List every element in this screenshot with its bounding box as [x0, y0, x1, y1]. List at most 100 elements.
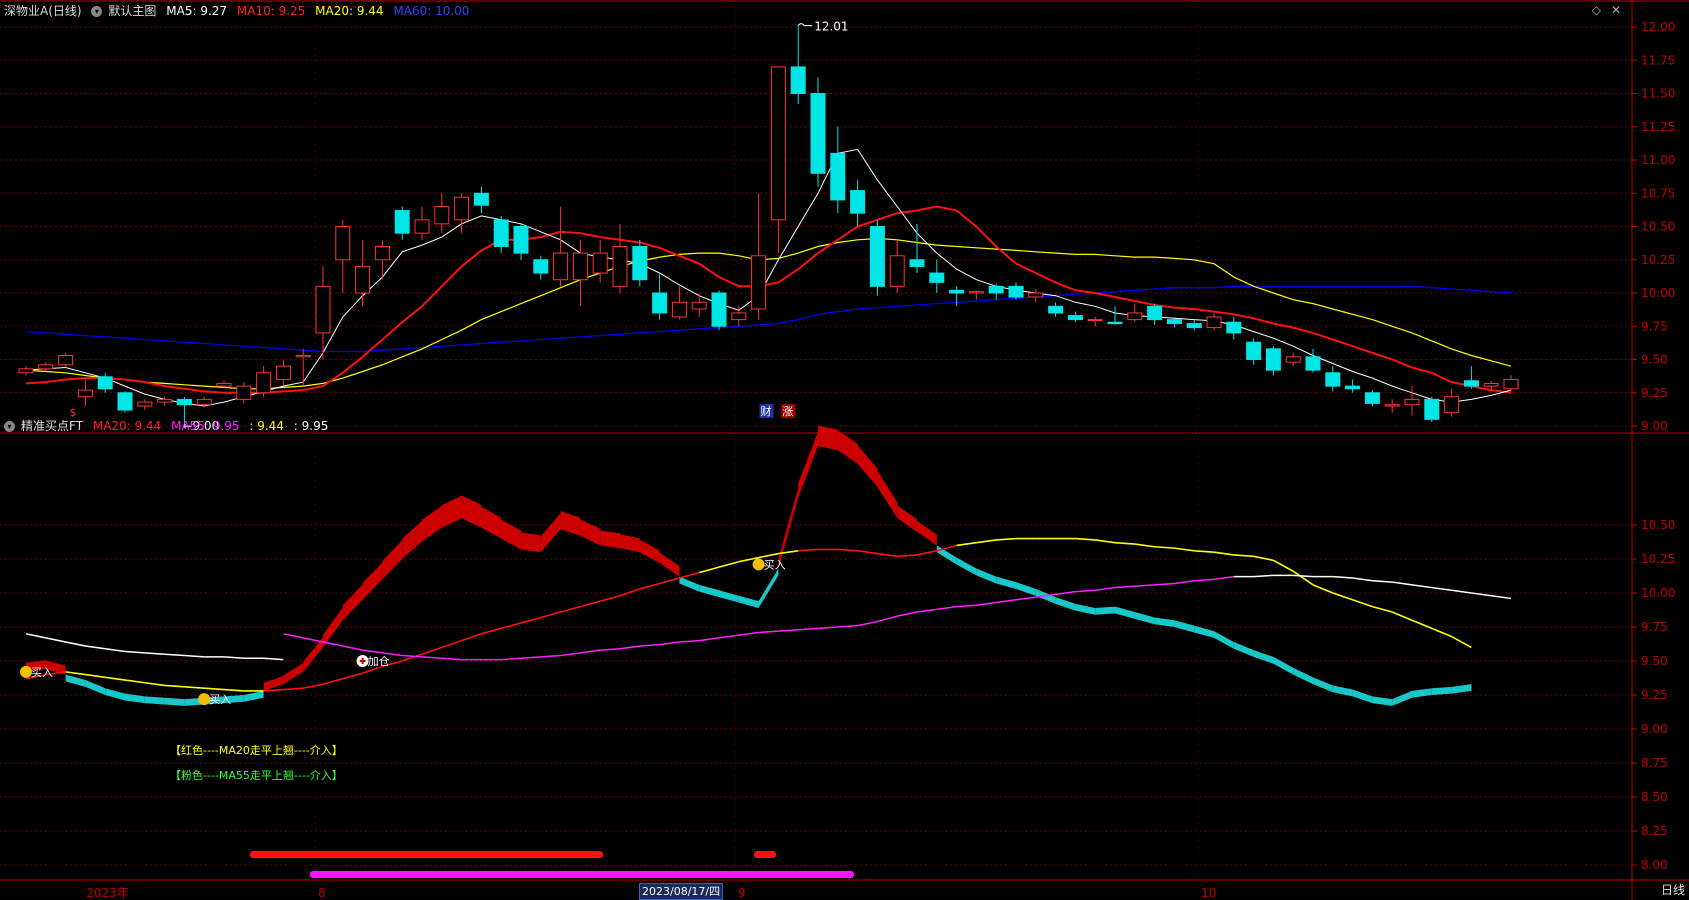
sub-tick-label: 9.00 [1641, 722, 1668, 736]
indicator-band-segment [1431, 686, 1452, 695]
sub-indicator-menu-icon[interactable]: ▾ [4, 421, 15, 432]
indicator-ma55-segment [1293, 574, 1314, 578]
indicator-band-segment [422, 506, 442, 542]
candle-body [1444, 396, 1460, 414]
close-icon[interactable]: ✕ [1611, 3, 1621, 17]
indicator-ma55-segment [1372, 580, 1393, 583]
sub-tick-label: 9.50 [1641, 654, 1668, 668]
buy-point-label: 买入 [209, 693, 231, 706]
sub-tick-label: 8.50 [1641, 790, 1668, 804]
legend-note-pink: 【粉色----MA55走平上翘----介入】 [170, 769, 343, 782]
indicator-ma20-segment [619, 588, 641, 597]
indicator-ma20-segment [322, 677, 344, 685]
indicator-ma55-lead [263, 657, 284, 661]
sub-tick-label: 10.25 [1641, 552, 1675, 566]
candle-body [77, 389, 93, 398]
indicator-ma20-segment [105, 676, 126, 681]
candlestick-plot[interactable] [18, 25, 1519, 426]
indicator-ma55-segment [1114, 585, 1135, 589]
indicator-ma55-segment [916, 608, 937, 613]
main-tick-label: 10.25 [1641, 253, 1675, 267]
indicator-ma20-segment [164, 684, 185, 688]
high-pointer [797, 23, 813, 27]
indicator-ma55-segment [1075, 589, 1096, 593]
indicator-ma55-segment [996, 599, 1017, 604]
indicator-ma20-segment [144, 681, 165, 687]
indicator-menu-icon[interactable]: ▾ [91, 6, 103, 17]
indicator-ma20-segment [679, 571, 700, 579]
indicator-ma20-segment [718, 560, 740, 568]
indicator-band-segment [481, 506, 502, 539]
sub-indicator-name[interactable]: 精准买点FT [21, 419, 83, 433]
indicator-ma55-segment [877, 615, 898, 623]
indicator-band-segment [719, 590, 739, 603]
indicator-ma20-segment [184, 686, 205, 689]
indicator-ma20-segment [1273, 559, 1294, 572]
indicator-ma20-segment [520, 616, 542, 624]
indicator-ma20-segment [303, 683, 324, 689]
stock-title[interactable]: 深物业A(日线) [4, 4, 82, 18]
candle-body [889, 255, 905, 287]
indicator-ma55-lead [144, 652, 165, 655]
signal-bar-magenta [310, 871, 854, 878]
indicator-band-segment [659, 552, 680, 577]
candle-body [38, 364, 54, 370]
indicator-band-segment [1214, 631, 1234, 649]
indicator-band-segment [1392, 690, 1412, 706]
x-tick-label: 8 [318, 886, 326, 900]
candle-body [473, 192, 489, 206]
indicator-ma55-segment [1194, 578, 1215, 582]
ma5-line [25, 148, 1512, 407]
main-tick-label: 11.50 [1641, 87, 1675, 101]
indicator-ma55-segment [976, 601, 997, 606]
period-label[interactable]: 日线 [1661, 881, 1685, 898]
high-label: 12.01 [814, 20, 848, 34]
candle-body [691, 301, 707, 310]
indicator-ma55-segment [956, 604, 977, 608]
candle-body [1166, 319, 1182, 325]
indicator-band-segment [1095, 606, 1115, 615]
candle-body [1246, 341, 1262, 360]
chart-canvas[interactable]: 2023年 8 9 10 12.00 11.75 11.50 11.25 11.00 10.75… [0, 0, 1689, 900]
indicator-band-segment [105, 688, 125, 701]
candle-body [1127, 312, 1143, 321]
candle-body [1186, 323, 1202, 329]
indicator-ma55-segment [421, 656, 442, 660]
candle-body [1463, 380, 1479, 387]
indicator-ma55-segment [303, 637, 324, 643]
candle-body [513, 226, 529, 254]
main-tick-label: 10.00 [1641, 286, 1675, 300]
diamond-icon[interactable]: ◇ [1592, 3, 1601, 17]
indicator-ma55-lead [105, 648, 126, 653]
indicator-ma20-segment [85, 673, 106, 679]
event-marker-label: 涨 [782, 405, 793, 418]
candle-body [790, 66, 806, 95]
candle-body [1107, 321, 1123, 325]
indicator-plot[interactable] [25, 425, 1512, 878]
candle-body [117, 392, 133, 411]
candle-body [256, 372, 272, 394]
indicator-band-segment [65, 674, 86, 687]
candle-body [770, 66, 786, 221]
candle-body [1048, 305, 1064, 314]
indicator-band-segment [1016, 582, 1036, 596]
indicator-ma55-lead [25, 633, 46, 639]
indicator-ma55-segment [1392, 581, 1413, 586]
indicator-band-segment [1174, 620, 1195, 633]
sub-tick-label: 8.00 [1641, 858, 1668, 872]
signal-bar-red [542, 851, 603, 858]
candle-body [949, 289, 965, 294]
indicator-ma55-lead [223, 656, 244, 660]
candle-body [1364, 392, 1380, 404]
indicator-ma55-segment [362, 649, 383, 654]
main-indicator-name[interactable]: 默认主图 [108, 4, 156, 18]
indicator-band-segment [1293, 667, 1313, 685]
main-tick-label: 9.00 [1641, 419, 1668, 433]
sub-tick-label: 8.75 [1641, 756, 1668, 770]
candle-body [355, 265, 371, 294]
candle-body [335, 226, 351, 261]
x-tick-label: 10 [1201, 886, 1216, 900]
indicator-ma20-segment [1332, 592, 1353, 601]
x-tick-label: 2023年 [86, 886, 129, 900]
indicator-ma20-segment [1075, 537, 1096, 541]
